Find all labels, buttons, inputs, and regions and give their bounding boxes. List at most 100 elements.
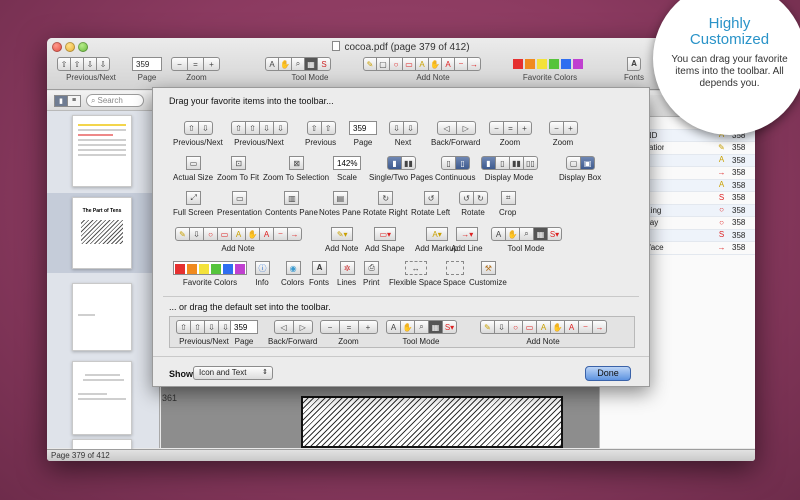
hand-tool-icon[interactable]: ✋	[278, 57, 292, 71]
annotate-tool-icon[interactable]: S	[317, 57, 331, 71]
toolbar-add-note[interactable]: ✎ ▢ ○ ▭ A ✋ A ⎯ →	[363, 57, 481, 71]
item-rotate-right[interactable]: ↻ Rotate Right	[363, 191, 407, 217]
color-swatch[interactable]	[561, 59, 571, 69]
underline-icon[interactable]: ⎯	[454, 57, 468, 71]
strike-icon[interactable]: A	[441, 57, 455, 71]
arrow-icon[interactable]: →	[467, 57, 481, 71]
color-swatch[interactable]	[513, 59, 523, 69]
note-page-number: 358	[732, 230, 746, 240]
item-prev-next-1[interactable]: ⇧ ⇩ Previous/Next	[173, 121, 223, 147]
magnify-tool-icon[interactable]: ⌕	[291, 57, 305, 71]
item-zoom-1[interactable]: − = + Zoom	[489, 121, 532, 147]
page-thumbnail[interactable]	[72, 283, 132, 351]
item-flexible-space[interactable]: ↔ Flexible Space	[389, 261, 441, 287]
item-add-shape[interactable]: ▭▾ Add Shape	[365, 227, 405, 253]
toolbar-prev-next[interactable]: ⇧ ⇧ ⇩ ⇩	[57, 57, 110, 71]
item-zoom-to-fit[interactable]: ⊡ Zoom To Fit	[217, 156, 259, 182]
item-add-note[interactable]: ✎ ⇩ ○ ▭ A ✋ A ⎯ → Add Note	[175, 227, 302, 253]
color-swatch[interactable]	[235, 264, 245, 274]
zoom-out-icon[interactable]: −	[171, 57, 188, 71]
page-number-input[interactable]: 359	[132, 57, 162, 71]
fonts-icon[interactable]: 𝐀	[627, 57, 641, 71]
d-zoom-eq-icon: =	[339, 320, 359, 334]
item-zoom-to-selection[interactable]: ⊠ Zoom To Selection	[263, 156, 329, 182]
color-swatch[interactable]	[223, 264, 233, 274]
first-page-icon[interactable]: ⇧	[57, 57, 71, 71]
page-field: 359	[349, 121, 377, 135]
item-space[interactable]: Space	[443, 261, 466, 287]
item-actual-size[interactable]: ▭ Actual Size	[173, 156, 213, 182]
item-colors[interactable]: ◉ Colors	[281, 261, 304, 287]
oval-icon[interactable]: ○	[389, 57, 403, 71]
item-page[interactable]: 359 Page	[349, 121, 377, 147]
note-page-number: 358	[732, 168, 746, 178]
item-add-note-2[interactable]: ✎▾ Add Note	[325, 227, 358, 253]
item-continuous[interactable]: ▯ ▯ Continuous	[435, 156, 475, 182]
item-next[interactable]: ⇩ ⇩ Next	[389, 121, 418, 147]
color-swatch[interactable]	[573, 59, 583, 69]
color-swatch[interactable]	[537, 59, 547, 69]
note-icon[interactable]: ▢	[376, 57, 390, 71]
hand-note-icon[interactable]: ✋	[428, 57, 442, 71]
item-display-mode[interactable]: ▮ ▯ ▮▮ ▯▯ Display Mode	[481, 156, 538, 182]
toolbar-fonts[interactable]: 𝐀	[627, 57, 641, 71]
next-page-icon[interactable]: ⇩	[83, 57, 97, 71]
color-swatch[interactable]	[175, 264, 185, 274]
default-toolbar-set[interactable]: ⇧ ⇧ ⇩ ⇩ Previous/Next 359 Page ◁ ▷ Back/Forw…	[169, 316, 635, 348]
color-swatch[interactable]	[199, 264, 209, 274]
item-zoom-2[interactable]: − + Zoom	[549, 121, 578, 147]
item-back-forward[interactable]: ◁ ▷ Back/Forward	[431, 121, 480, 147]
page-thumbnail-selected[interactable]: The Part of Tens	[72, 197, 132, 269]
item-rotate[interactable]: ↺ ↻ Rotate	[459, 191, 488, 217]
item-rotate-left[interactable]: ↺ Rotate Left	[411, 191, 450, 217]
color-swatch[interactable]	[525, 59, 535, 69]
item-presentation[interactable]: ▭ Presentation	[217, 191, 262, 217]
item-tool-mode[interactable]: A ✋ ⌕ ▦ S▾ Tool Mode	[491, 227, 562, 253]
select-tool-icon[interactable]: ▦	[304, 57, 318, 71]
done-button[interactable]: Done	[585, 366, 631, 381]
add-arrow-icon: →	[287, 227, 302, 241]
item-contents-pane[interactable]: ▥ Contents Pane	[265, 191, 318, 217]
color-swatch[interactable]	[187, 264, 197, 274]
item-print[interactable]: ⎙ Print	[363, 261, 379, 287]
toolbar-zoom[interactable]: − = +	[171, 57, 220, 71]
item-single-two-pages[interactable]: ▮ ▮▮ Single/Two Pages	[369, 156, 433, 182]
sidebar-search-input[interactable]: ⌕ Search	[86, 94, 144, 107]
item-display-box[interactable]: ▢ ▣ Display Box	[559, 156, 601, 182]
item-info[interactable]: ⓘ Info	[255, 261, 270, 287]
add-line-icon: →▾	[456, 227, 479, 241]
item-favorite-colors[interactable]: Favorite Colors	[173, 261, 247, 287]
page-thumbnail[interactable]	[72, 361, 132, 435]
item-lines[interactable]: ✲ Lines	[337, 261, 356, 287]
rect-icon[interactable]: ▭	[402, 57, 416, 71]
list-view-icon[interactable]: ≡	[67, 94, 81, 107]
item-customize[interactable]: ⚒ Customize	[469, 261, 507, 287]
d-page-field: 359	[230, 320, 258, 334]
text-note-icon[interactable]: A	[415, 57, 429, 71]
text-tool-icon[interactable]: A	[265, 57, 279, 71]
add-note-menu-icon: ✎▾	[331, 227, 354, 241]
item-previous[interactable]: ⇧ ⇧ Previous	[305, 121, 336, 147]
show-select[interactable]: Icon and Text ⇕	[193, 366, 273, 380]
toolbar-page[interactable]: 359	[132, 57, 162, 71]
color-swatch[interactable]	[211, 264, 221, 274]
prev-page-icon[interactable]: ⇧	[70, 57, 84, 71]
item-fonts[interactable]: 𝐀 Fonts	[309, 261, 329, 287]
item-crop[interactable]: ⌗ Crop	[499, 191, 516, 217]
item-add-line[interactable]: →▾ Add Line	[451, 227, 483, 253]
item-prev-next-2[interactable]: ⇧ ⇧ ⇩ ⇩ Previous/Next	[231, 121, 288, 147]
item-notes-pane[interactable]: ▤ Notes Pane	[319, 191, 361, 217]
color-swatch[interactable]	[549, 59, 559, 69]
page-thumbnail[interactable]	[72, 115, 132, 187]
highlight-icon[interactable]: ✎	[363, 57, 377, 71]
last-page-icon[interactable]: ⇩	[96, 57, 110, 71]
toolbar-favorite-colors[interactable]	[512, 57, 584, 71]
zoom-in-icon[interactable]: +	[203, 57, 220, 71]
thumbnail-view-icon[interactable]: ▮	[54, 94, 68, 107]
add-rect-icon: ▭	[217, 227, 232, 241]
color-wheel-icon: ◉	[285, 261, 301, 275]
item-full-screen[interactable]: ⤢ Full Screen	[173, 191, 213, 217]
toolbar-tool-mode[interactable]: A ✋ ⌕ ▦ S	[265, 57, 331, 71]
item-scale[interactable]: 142% Scale	[333, 156, 361, 182]
zoom-actual-icon[interactable]: =	[187, 57, 204, 71]
